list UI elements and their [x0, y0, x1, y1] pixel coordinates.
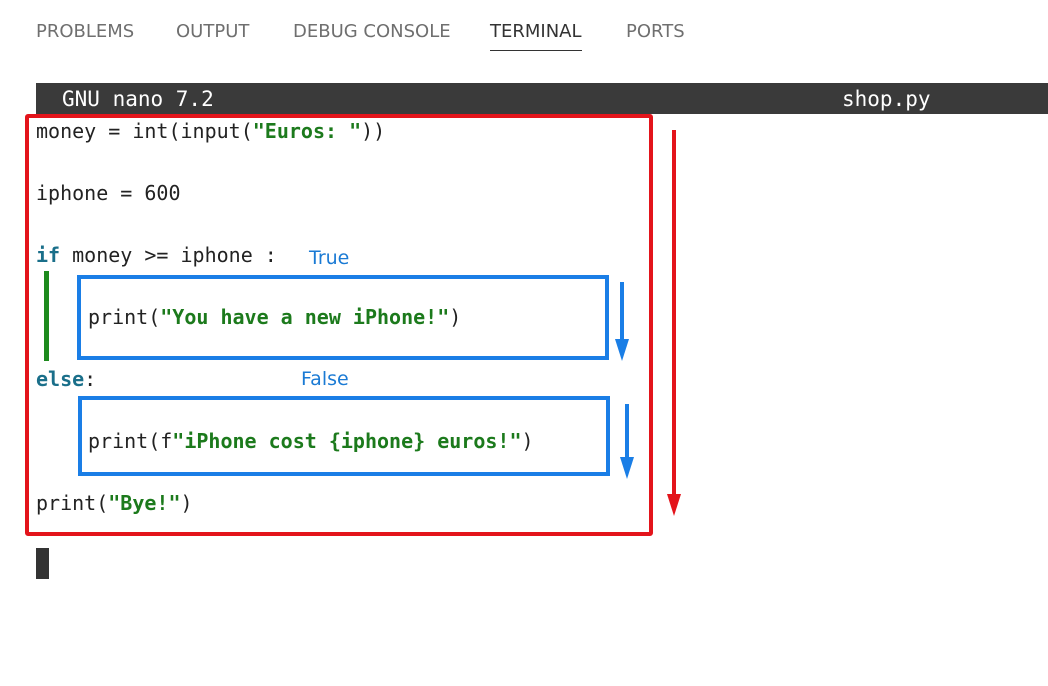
nano-version: GNU nano 7.2 — [62, 87, 214, 111]
tab-ports[interactable]: PORTS — [626, 20, 685, 50]
false-branch-box — [78, 396, 610, 476]
program-flow-arrow — [667, 130, 681, 516]
true-branch-box — [77, 275, 609, 360]
tab-terminal[interactable]: TERMINAL — [490, 20, 582, 51]
nano-title-bar: GNU nano 7.2 shop.py — [36, 83, 1048, 114]
panel-tab-bar: PROBLEMS OUTPUT DEBUG CONSOLE TERMINAL P… — [0, 0, 1048, 66]
terminal-cursor — [36, 548, 49, 579]
true-branch-indicator-bar — [44, 271, 49, 361]
tab-debug-console[interactable]: DEBUG CONSOLE — [293, 20, 451, 50]
tab-output[interactable]: OUTPUT — [176, 20, 249, 50]
nano-filename: shop.py — [842, 87, 931, 111]
tab-problems[interactable]: PROBLEMS — [36, 20, 134, 50]
